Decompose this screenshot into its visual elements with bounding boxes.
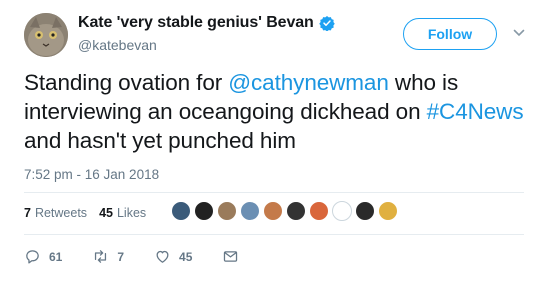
liker-avatar[interactable] (378, 201, 398, 221)
verified-badge-icon (319, 15, 335, 32)
reply-count: 61 (49, 249, 63, 264)
hashtag-link[interactable]: #C4News (427, 99, 524, 124)
liker-avatar[interactable] (355, 201, 375, 221)
liker-avatar[interactable] (194, 201, 214, 221)
divider (24, 234, 524, 235)
chevron-down-icon[interactable] (512, 26, 526, 40)
likes-stat[interactable]: 45 Likes (99, 206, 146, 220)
liker-avatars (171, 201, 401, 221)
reply-icon (26, 250, 39, 264)
user-name-row[interactable]: Kate 'very stable genius' Bevan (78, 14, 335, 32)
tweet-text: Standing ovation for @cathynewman who is… (24, 68, 534, 155)
divider (24, 192, 524, 193)
liker-avatar[interactable] (240, 201, 260, 221)
tweet-text-part: and hasn't yet punched him (24, 128, 296, 153)
retweet-count: 7 (117, 249, 125, 264)
like-count: 45 (179, 249, 193, 264)
retweet-icon (95, 250, 107, 263)
user-handle[interactable]: @katebevan (78, 37, 157, 53)
likes-label: Likes (116, 206, 147, 220)
liker-avatar[interactable] (217, 201, 237, 221)
retweet-button[interactable]: 7 (92, 248, 124, 265)
avatar[interactable] (24, 13, 68, 57)
liker-avatar[interactable] (171, 201, 191, 221)
tweet-stats: 7 Retweets 45 Likes (24, 206, 158, 220)
likes-count: 45 (99, 206, 113, 220)
display-name[interactable]: Kate 'very stable genius' Bevan (78, 14, 314, 32)
liker-avatar[interactable] (309, 201, 329, 221)
liker-avatar[interactable] (263, 201, 283, 221)
retweets-count: 7 (24, 206, 31, 220)
follow-button[interactable]: Follow (403, 18, 497, 50)
tweet-text-part: Standing ovation for (24, 70, 229, 95)
mention-link[interactable]: @cathynewman (228, 70, 389, 95)
direct-message-button[interactable] (222, 248, 247, 265)
envelope-icon (224, 251, 238, 262)
liker-avatar[interactable] (332, 201, 352, 221)
heart-icon (156, 250, 169, 263)
reply-button[interactable]: 61 (24, 248, 62, 265)
like-button[interactable]: 45 (154, 248, 192, 265)
tweet-actions: 61 7 45 (24, 248, 277, 265)
tweet-timestamp[interactable]: 7:52 pm - 16 Jan 2018 (24, 167, 159, 182)
retweets-label: Retweets (34, 206, 88, 220)
retweets-stat[interactable]: 7 Retweets (24, 206, 87, 220)
liker-avatar[interactable] (286, 201, 306, 221)
